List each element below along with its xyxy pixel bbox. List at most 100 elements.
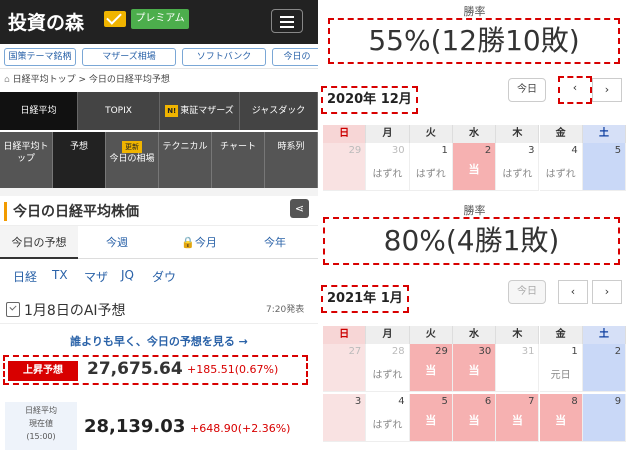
day-number: 30: [478, 346, 492, 357]
day-number: 30: [391, 145, 405, 156]
calendar-day[interactable]: 6当: [452, 394, 497, 442]
rise-forecast-badge: 上昇予想: [8, 361, 78, 381]
actual-label-1: 日経平均: [25, 406, 57, 415]
calendar-day[interactable]: 5: [582, 143, 627, 191]
market-link[interactable]: TX: [52, 268, 68, 282]
calendar-day[interactable]: 2: [582, 344, 627, 392]
calendar-day[interactable]: 3: [323, 394, 367, 442]
calendar-day[interactable]: 8当: [539, 394, 583, 442]
day-number: 4: [571, 145, 578, 156]
market-link[interactable]: 日経: [13, 268, 37, 285]
left-panel: 投資の森 プレミアム 国策テーマ銘柄 マザーズ相場 ソフトバンク 今日の ⌂ 日…: [0, 0, 318, 451]
nav-jasdaq[interactable]: ジャスダック: [240, 92, 318, 130]
nav-mothers[interactable]: N! 東証マザーズ: [160, 92, 240, 130]
weekday-header: 日: [323, 125, 367, 143]
calendar-day[interactable]: 7当: [496, 394, 540, 442]
subnav-today[interactable]: 更新 今日の相場: [106, 132, 159, 188]
tab-today[interactable]: 今日の予想: [0, 226, 78, 259]
day-result: 元日: [550, 370, 571, 381]
tag-link[interactable]: 今日の: [272, 48, 318, 66]
subnav-top[interactable]: 日経平均トップ: [0, 132, 53, 188]
next-month-button[interactable]: ›: [592, 78, 622, 102]
share-icon[interactable]: ⋖: [290, 199, 309, 218]
prev-month-button[interactable]: ‹: [558, 280, 588, 304]
weekday-header: 木: [496, 326, 540, 344]
right-panel: 勝率 55%(12勝10敗) 2020年 12月 今日 ‹ › 日月火水木金土2…: [318, 0, 631, 451]
breadcrumb-sep: >: [78, 75, 87, 85]
calendar-day[interactable]: 30 当: [452, 344, 497, 392]
subnav-forecast[interactable]: 予想: [53, 132, 106, 188]
subnav-technical[interactable]: テクニカル: [159, 132, 212, 188]
tab-year[interactable]: 今年: [236, 226, 314, 259]
day-number: 5: [614, 145, 622, 156]
day-number: 29: [435, 346, 448, 357]
mail-icon[interactable]: [104, 11, 126, 27]
today-button[interactable]: 今日: [508, 78, 546, 102]
cta-link[interactable]: 誰よりも早く、今日の予想を見る →: [0, 333, 318, 351]
tab-week[interactable]: 今週: [78, 226, 156, 259]
calendar-day[interactable]: 29 当: [409, 344, 453, 392]
actual-value: 28,139.03: [84, 416, 186, 437]
win-rate-dec: 55%(12勝10敗): [328, 18, 620, 64]
prev-month-button[interactable]: ‹: [558, 76, 592, 104]
ai-time: 7:20発表: [266, 305, 305, 315]
subnav-history[interactable]: 時系列: [265, 132, 318, 188]
calendar-day[interactable]: 29: [323, 143, 367, 191]
nav-topix[interactable]: TOPIX: [78, 92, 160, 130]
lock-icon: 🔒: [181, 236, 195, 249]
market-link[interactable]: JQ: [121, 268, 134, 282]
next-month-button[interactable]: ›: [592, 280, 622, 304]
tag-bar: 国策テーマ銘柄 マザーズ相場 ソフトバンク 今日の: [0, 44, 318, 68]
calendar-day[interactable]: 4 はずれ: [539, 143, 583, 191]
calendar-day[interactable]: 2当: [452, 143, 497, 191]
actual-label-2: 現在値: [29, 419, 53, 428]
market-link[interactable]: ダウ: [152, 268, 176, 285]
calendar-day[interactable]: 4 はずれ: [366, 394, 410, 442]
day-number: 3: [354, 396, 362, 407]
forecast-value: 27,675.64: [87, 359, 183, 379]
day-result: はずれ: [502, 169, 533, 180]
actual-label: 日経平均現在値 (15:00): [5, 402, 77, 450]
calendar-day[interactable]: 27: [323, 344, 367, 392]
nav-nikkei[interactable]: 日経平均: [0, 92, 78, 130]
calendar-day[interactable]: 1 元日: [539, 344, 583, 392]
tag-link[interactable]: ソフトバンク: [182, 48, 266, 66]
nav-label: 東証マザーズ: [180, 106, 234, 116]
day-result: 当: [468, 163, 480, 176]
nav-label: 今日の相場: [109, 154, 155, 164]
new-badge: N!: [165, 105, 179, 117]
page-title: 今日の日経平均株価: [13, 204, 139, 220]
calendar-dec: 日月火水木金土 29 30 はずれ 1 はずれ 2 当 3 はずれ 4 はずれ 5: [323, 125, 627, 201]
weekday-header: 金: [539, 125, 583, 143]
calendar-day[interactable]: 5当: [409, 394, 453, 442]
actual-change: +648.90(+2.36%): [190, 422, 291, 435]
site-header: 投資の森 プレミアム: [0, 0, 318, 44]
day-number: 28: [391, 346, 405, 357]
day-number: 2: [484, 145, 492, 156]
calendar-day[interactable]: 1 はずれ: [409, 143, 453, 191]
tag-link[interactable]: 国策テーマ銘柄: [4, 48, 76, 66]
ai-forecast-header: 1月8日のAI予想 7:20発表: [0, 296, 318, 324]
subnav-chart[interactable]: チャート: [212, 132, 265, 188]
today-button[interactable]: 今日: [508, 280, 546, 304]
calendar-day[interactable]: 31: [496, 344, 540, 392]
calendar-day[interactable]: 3 はずれ: [496, 143, 540, 191]
calendar-day[interactable]: 30 はずれ: [366, 143, 410, 191]
hamburger-menu-icon[interactable]: [271, 9, 303, 33]
breadcrumb-home[interactable]: 日経平均トップ: [13, 75, 76, 85]
day-number: 29: [348, 145, 362, 156]
calendar-day[interactable]: 28 はずれ: [366, 344, 410, 392]
day-number: 6: [484, 396, 492, 407]
tag-link[interactable]: マザーズ相場: [82, 48, 176, 66]
actual-label-3: (15:00): [26, 432, 56, 441]
premium-button[interactable]: プレミアム: [131, 9, 189, 29]
weekday-header: 水: [452, 125, 497, 143]
calendar-day[interactable]: 9: [582, 394, 627, 442]
weekday-header: 日: [323, 326, 367, 344]
market-link[interactable]: マザ: [84, 268, 108, 285]
weekday-header: 火: [409, 326, 453, 344]
day-number: 7: [528, 396, 535, 407]
site-logo[interactable]: 投資の森: [8, 8, 84, 35]
tab-month[interactable]: 🔒今月: [160, 226, 238, 259]
update-badge: 更新: [121, 141, 142, 153]
